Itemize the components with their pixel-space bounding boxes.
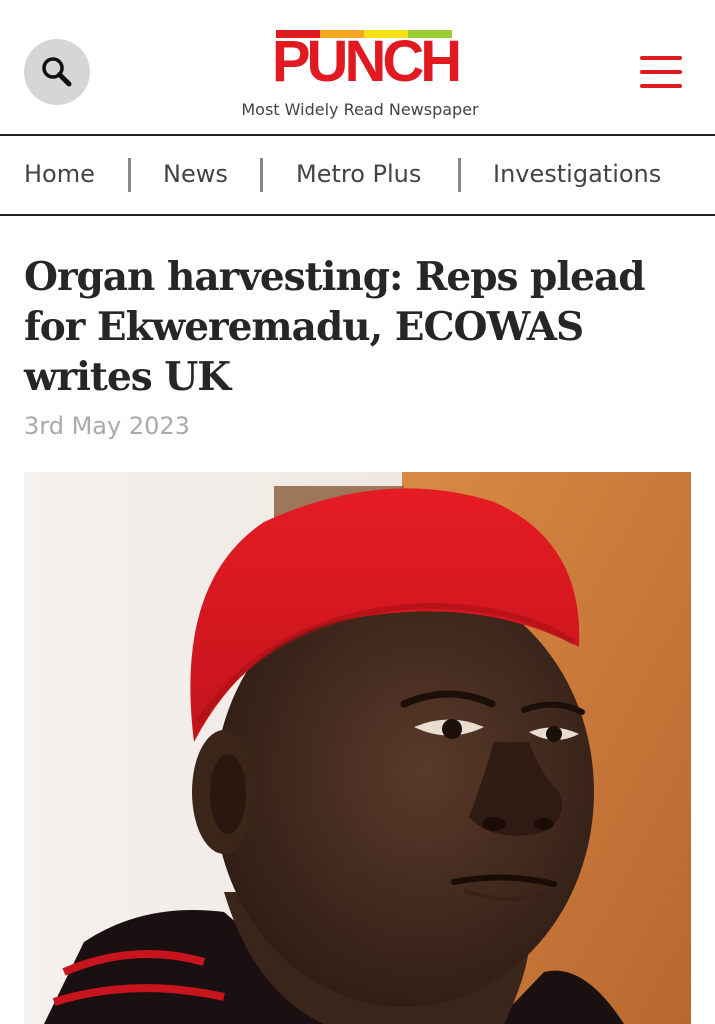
search-button[interactable] [24, 39, 90, 105]
nav-item-investigations[interactable]: Investigations [493, 160, 661, 188]
nav-divider [260, 158, 263, 192]
site-header: PUNCH Most Widely Read Newspaper [0, 0, 715, 136]
article-date: 3rd May 2023 [24, 412, 190, 440]
hamburger-line [640, 70, 682, 74]
hamburger-line [640, 84, 682, 88]
article-featured-image [24, 472, 691, 1024]
search-icon [42, 57, 72, 87]
logo-text: PUNCH [271, 29, 462, 94]
site-tagline: Most Widely Read Newspaper [241, 100, 479, 119]
nav-item-news[interactable]: News [163, 160, 228, 188]
hamburger-menu-button[interactable] [638, 52, 684, 92]
article-headline[interactable]: Organ harvesting: Reps plead for Ekwerem… [24, 252, 694, 402]
page: PUNCH Most Widely Read Newspaper Home Ne… [0, 0, 715, 1024]
nav-divider [458, 158, 461, 192]
nav-divider [128, 158, 131, 192]
hamburger-menu-icon [640, 56, 682, 60]
nav-item-home[interactable]: Home [24, 160, 95, 188]
main-nav: Home News Metro Plus Investigations [0, 136, 715, 216]
punch-logo[interactable]: PUNCH [270, 29, 462, 94]
nav-item-metro-plus[interactable]: Metro Plus [296, 160, 421, 188]
